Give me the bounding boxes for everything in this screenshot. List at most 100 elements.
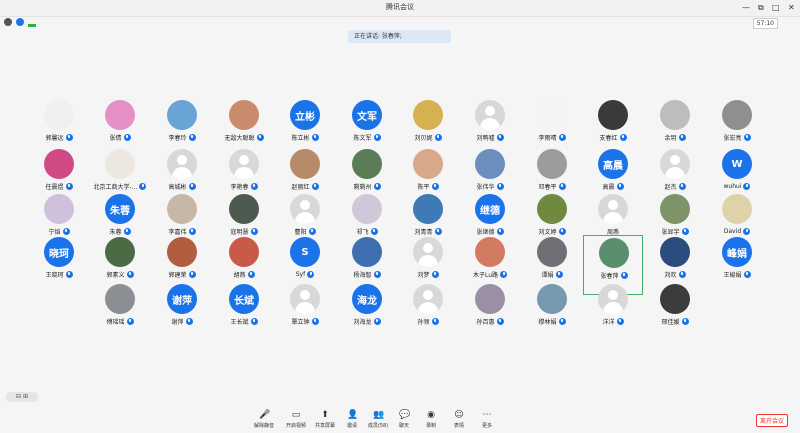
microphone-status-icon [434, 227, 442, 235]
share-screen-button[interactable]: ⬆ 共享屏幕 [311, 410, 339, 432]
microphone-status-icon [496, 182, 504, 190]
minimize-button[interactable]: — [742, 2, 750, 13]
participant-name: 张春萍 [600, 272, 619, 280]
avatar [229, 237, 259, 267]
participant-name: 胡燕 [233, 271, 246, 279]
avatar [229, 194, 259, 224]
participant-tile[interactable]: 孙百惠 [460, 282, 520, 342]
participant-name: 张伟华 [476, 183, 495, 191]
participant-name: 王峻娟 [723, 271, 742, 279]
microphone-status-icon [256, 133, 264, 141]
microphone-status-icon [250, 182, 258, 190]
avatar [167, 237, 197, 267]
maximize-button[interactable]: □ [772, 2, 780, 13]
participant-tile[interactable]: 洋洋 [583, 282, 643, 342]
participant-name: 李春玲 [168, 134, 187, 142]
participant-tile[interactable]: 邢佳媛 [645, 282, 705, 342]
participant-name-row: 邢佳媛 [639, 316, 711, 326]
pin-button[interactable]: ⧉ [758, 2, 764, 13]
more-button[interactable]: ⋯ 更多 [473, 410, 501, 432]
participant-tile[interactable]: 覃立钟 [275, 282, 335, 342]
microphone-status-icon [743, 133, 751, 141]
participant-name: 谭娟 [541, 271, 554, 279]
microphone-status-icon [496, 227, 504, 235]
start-video-button[interactable]: ▭ 开启视频 [282, 410, 310, 432]
chat-button[interactable]: 💬 聊天 [390, 410, 418, 432]
default-avatar-icon [413, 237, 443, 267]
participant-name: 高城彬 [168, 183, 187, 191]
microphone-status-icon [558, 182, 566, 190]
participant-name-row: 张宏亮 [701, 132, 773, 142]
microphone-status-icon [558, 133, 566, 141]
microphone-status-icon [373, 182, 381, 190]
microphone-status-icon [307, 270, 315, 278]
toolbar-label: 开启视频 [285, 423, 306, 429]
avatar [598, 100, 628, 130]
default-avatar-icon [290, 194, 320, 224]
participant-name: 陈文军 [353, 134, 372, 142]
participant-tile[interactable]: 海龙 刘海龙 [337, 282, 397, 342]
avatar [290, 149, 320, 179]
participant-name: 王晓珂 [45, 271, 64, 279]
chat-bubble-icon: 💬 [399, 410, 411, 420]
toolbar-label: 解除静音 [253, 423, 274, 429]
participant-tile[interactable]: 穆林娟 [522, 282, 582, 342]
avatar [44, 100, 74, 130]
participant-tile[interactable]: 晓珂 王晓珂 [29, 235, 89, 295]
avatar-initials: S [290, 237, 320, 267]
avatar [722, 194, 752, 224]
avatar-initials: 高晨 [598, 149, 628, 179]
participant-tile[interactable]: 傅瑶瑶 [90, 282, 150, 342]
default-avatar-icon [598, 194, 628, 224]
view-switch-button[interactable]: ⊟ ⊞ [6, 392, 38, 402]
default-avatar-icon [167, 149, 197, 179]
network-signal-icon[interactable] [28, 20, 36, 27]
unmute-button[interactable]: 🎤 解除静音 [250, 410, 278, 432]
participant-name: 剩剩州 [353, 183, 372, 191]
participants-button[interactable]: 👥 成员(58) [364, 410, 392, 432]
default-avatar-icon [475, 100, 505, 130]
participant-name: 支春红 [599, 134, 618, 142]
avatar [352, 237, 382, 267]
microphone-status-icon [431, 317, 439, 325]
avatar [167, 100, 197, 130]
reactions-button[interactable]: ☺ 表情 [445, 410, 473, 432]
avatar [475, 149, 505, 179]
leave-meeting-button[interactable]: 离开会议 [756, 414, 788, 427]
invite-button[interactable]: 👤 邀请 [338, 410, 366, 432]
avatar-initials: W [722, 149, 752, 179]
avatar [537, 237, 567, 267]
speaking-indicator: 正在讲话: 张春萍; [348, 30, 451, 43]
participant-name: 覃立钟 [291, 318, 310, 326]
microphone-status-icon [743, 270, 751, 278]
default-avatar-icon [290, 284, 320, 314]
security-shield-icon[interactable] [16, 18, 24, 26]
microphone-status-icon [185, 317, 193, 325]
participant-name: 刘梦 [417, 271, 430, 279]
microphone-status-icon [681, 317, 689, 325]
microphone-status-icon [126, 317, 134, 325]
close-button[interactable]: ✕ [788, 2, 795, 13]
participant-tile[interactable]: 谢萍 谢萍 [152, 282, 212, 342]
participant-name: 刘鸭嘘 [476, 134, 495, 142]
participant-name: 郭建荣 [168, 271, 187, 279]
microphone-status-icon [188, 270, 196, 278]
info-icon[interactable] [4, 18, 12, 26]
participant-tile[interactable]: 峰娟 王峻娟 [707, 235, 767, 295]
microphone-status-icon [373, 317, 381, 325]
participant-tile[interactable]: 孙领 [398, 282, 458, 342]
participant-name: 郭馨远 [45, 134, 64, 142]
avatar [475, 284, 505, 314]
share-screen-icon: ⬆ [321, 410, 329, 420]
microphone-status-icon [431, 270, 439, 278]
avatar-initials: 文军 [352, 100, 382, 130]
microphone-status-icon [496, 133, 504, 141]
participant-name: 高晨 [602, 183, 615, 191]
microphone-status-icon [678, 270, 686, 278]
participant-name: 陈平 [417, 183, 430, 191]
participant-name: 张倩 [109, 134, 122, 142]
record-button[interactable]: ◉ 录制 [417, 410, 445, 432]
users-icon: 👥 [373, 410, 385, 420]
participant-name: 刘海龙 [353, 318, 372, 326]
participant-tile[interactable]: 长斌 王长斌 [214, 282, 274, 342]
